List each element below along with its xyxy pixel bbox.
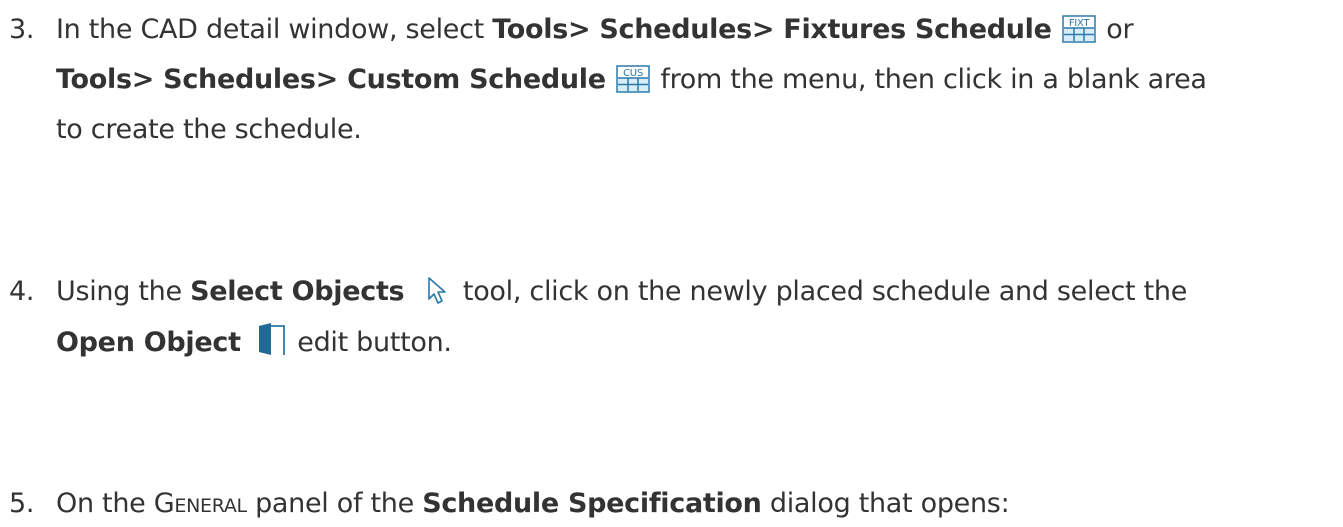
tool-name-open-object: Open Object bbox=[56, 327, 241, 358]
step-3-line-1: In the CAD detail window, select Tools> … bbox=[56, 10, 1134, 50]
text: Using the bbox=[56, 276, 191, 307]
text: edit button. bbox=[288, 327, 452, 358]
menu-path-fixtures: Tools> Schedules> Fixtures Schedule bbox=[492, 14, 1052, 45]
tool-name-select-objects: Select Objects bbox=[190, 276, 405, 307]
step-number: 4. bbox=[9, 276, 35, 307]
select-arrow-icon bbox=[421, 275, 453, 317]
text: tool, click on the newly placed schedule… bbox=[454, 276, 1188, 307]
step-5-line-1: On the General panel of the Schedule Spe… bbox=[56, 484, 1010, 524]
text: On the bbox=[56, 488, 154, 519]
text: panel of the bbox=[246, 488, 423, 519]
step-3-line-2: Tools> Schedules> Custom Schedule CUS fr… bbox=[56, 60, 1207, 100]
menu-path-custom: Tools> Schedules> Custom Schedule bbox=[56, 64, 606, 95]
text: or bbox=[1097, 14, 1134, 45]
open-door-icon bbox=[257, 322, 287, 368]
step-4-line-2: Open Object edit button. bbox=[56, 322, 452, 362]
dialog-name-schedule-specification: Schedule Specification bbox=[422, 488, 762, 519]
text: dialog that opens: bbox=[761, 488, 1010, 519]
step-4-line-1: Using the Select Objects tool, click on … bbox=[56, 272, 1187, 312]
step-number: 5. bbox=[9, 488, 35, 519]
step-3-line-3: to create the schedule. bbox=[56, 110, 362, 150]
custom-schedule-icon: CUS bbox=[616, 65, 650, 105]
text: In the CAD detail window, select bbox=[56, 14, 493, 45]
panel-name-general: General bbox=[153, 488, 247, 519]
text: to create the schedule. bbox=[56, 114, 362, 145]
text: from the menu, then click in a blank are… bbox=[652, 64, 1207, 95]
step-number: 3. bbox=[9, 14, 35, 45]
fixtures-schedule-icon: FIXT bbox=[1062, 15, 1096, 55]
